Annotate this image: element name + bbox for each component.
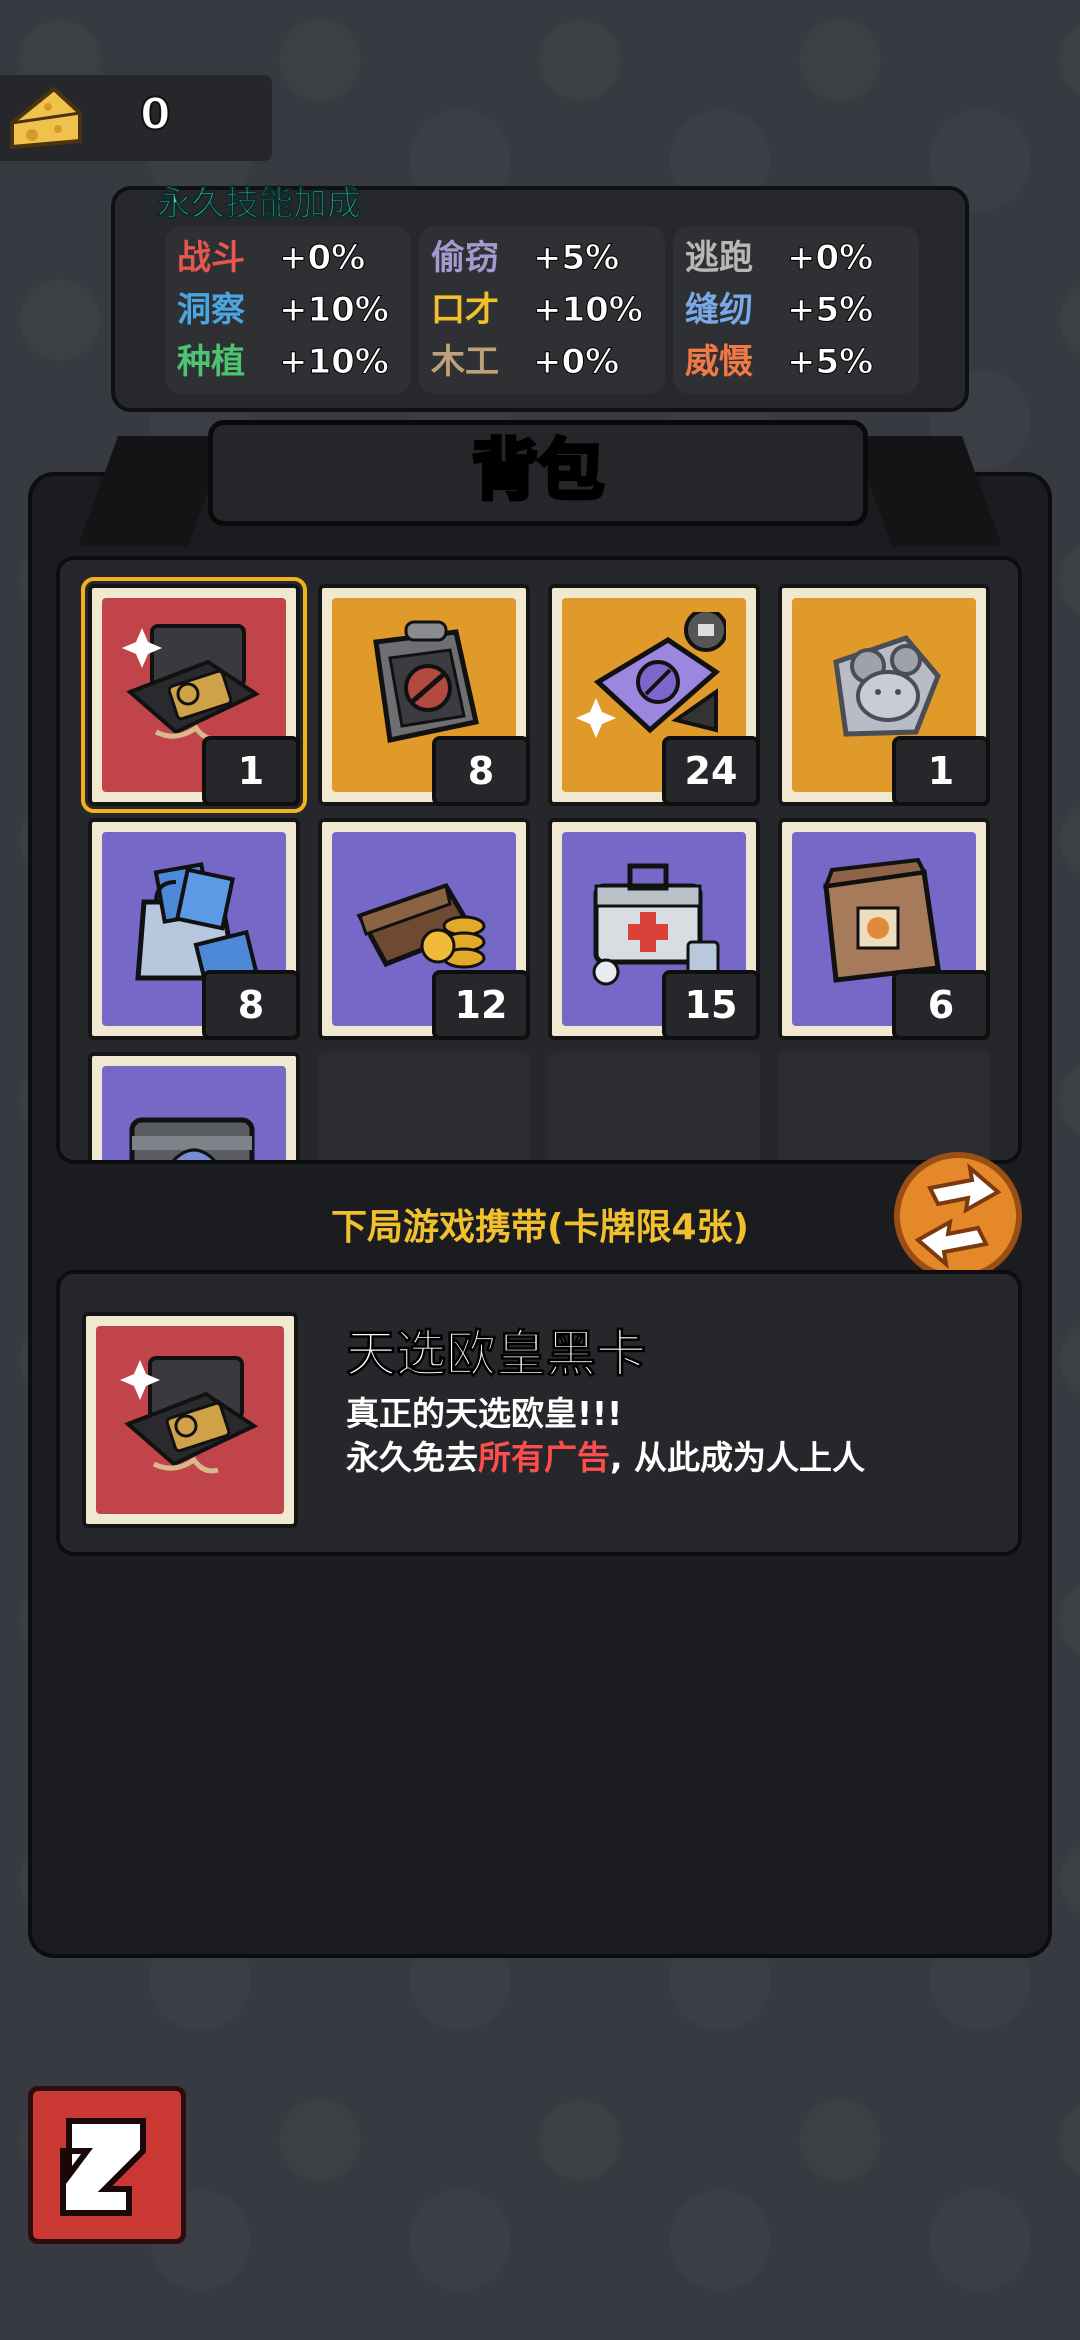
item-description-line2: 永久免去所有广告, 从此成为人上人	[346, 1436, 865, 1480]
inventory-slot-empty	[548, 1052, 760, 1160]
skill-value: +5%	[532, 238, 620, 279]
skill-bonus-title: 永久技能加成	[157, 184, 362, 225]
skill-name: 战斗	[177, 238, 245, 278]
skill-row-sewing: 缝纫 +5%	[685, 284, 925, 336]
skill-row-deterrence: 威慑 +5%	[685, 336, 925, 388]
skill-value: +5%	[786, 290, 874, 331]
skill-row-planting: 种植 +10%	[177, 336, 417, 388]
cheese-icon	[10, 86, 82, 150]
swap-arrows-icon	[914, 1162, 1002, 1270]
skill-column: 偷窃 +5% 口才 +10% 木工 +0%	[419, 226, 665, 394]
skill-name: 种植	[177, 342, 245, 382]
skill-name: 木工	[431, 342, 499, 382]
currency-value: 0	[139, 88, 172, 141]
inventory-slot-first-aid-kit[interactable]: 15	[548, 818, 760, 1040]
skill-row-combat: 战斗 +0%	[177, 232, 417, 284]
item-count: 1	[892, 736, 990, 806]
item-name: 天选欧皇黑卡	[346, 1325, 647, 1384]
skill-value: +0%	[278, 238, 366, 279]
inventory-slot-metal-box[interactable]	[88, 1052, 300, 1160]
skill-value: +0%	[786, 238, 874, 279]
inventory-slot-mouse-statue[interactable]: 1	[778, 584, 990, 806]
inventory-slot-black-card-box[interactable]: 1	[81, 577, 307, 813]
item-count: 12	[432, 970, 530, 1040]
item-count: 8	[202, 970, 300, 1040]
backpack-title: 背包	[208, 420, 868, 526]
description-highlight: 所有广告	[478, 1438, 610, 1477]
skill-value: +0%	[532, 342, 620, 383]
skill-row-eloquence: 口才 +10%	[431, 284, 671, 336]
skill-name: 偷窃	[431, 238, 499, 278]
skill-name: 威慑	[685, 342, 753, 382]
skill-name: 逃跑	[685, 238, 753, 278]
skill-value: +5%	[786, 342, 874, 383]
skill-value: +10%	[533, 290, 644, 331]
skill-value: +10%	[279, 290, 390, 331]
skill-row-insight: 洞察 +10%	[177, 284, 417, 336]
item-count: 1	[202, 736, 300, 806]
description-text: 永久免去	[346, 1438, 478, 1477]
back-button[interactable]	[28, 2086, 186, 2244]
skill-row-carpentry: 木工 +0%	[431, 336, 671, 388]
item-count: 15	[662, 970, 760, 1040]
detail-thumbnail	[82, 1312, 298, 1528]
skill-column: 战斗 +0% 洞察 +10% 种植 +10%	[165, 226, 411, 394]
inventory-slot-money-bag[interactable]: 8	[88, 818, 300, 1040]
skill-name: 洞察	[177, 290, 245, 330]
skill-bonus-panel: 永久技能加成 战斗 +0% 洞察 +10% 种植 +10% 偷窃 +5% 口才 +10% …	[111, 184, 969, 412]
skill-name: 口才	[431, 290, 499, 330]
item-description: 真正的天选欧皇!!! 永久免去所有广告, 从此成为人上人	[346, 1392, 865, 1480]
skill-row-escape: 逃跑 +0%	[685, 232, 925, 284]
item-count: 8	[432, 736, 530, 806]
inventory-slot-paper-bag[interactable]: 6	[778, 818, 990, 1040]
item-description-line1: 真正的天选欧皇!!!	[346, 1394, 623, 1433]
inventory-grid[interactable]: 1 8 24 1 8 12 15 6	[56, 556, 1022, 1164]
inventory-slot-wallet-coins[interactable]: 12	[318, 818, 530, 1040]
skill-row-stealing: 偷窃 +5%	[431, 232, 671, 284]
skill-column: 逃跑 +0% 缝纫 +5% 威慑 +5%	[673, 226, 919, 394]
inventory-slot-empty	[778, 1052, 990, 1160]
skill-name: 缝纫	[685, 290, 753, 330]
back-arrow-icon	[60, 2118, 146, 2216]
description-text: , 从此成为人上人	[610, 1438, 866, 1477]
skill-value: +10%	[279, 342, 390, 383]
swap-button[interactable]	[894, 1152, 1022, 1280]
item-count: 6	[892, 970, 990, 1040]
item-count: 24	[662, 736, 760, 806]
black-card-box-icon	[120, 1356, 259, 1474]
item-detail-panel: 天选欧皇黑卡 真正的天选欧皇!!! 永久免去所有广告, 从此成为人上人	[56, 1270, 1022, 1556]
inventory-slot-ad-free-box[interactable]: 8	[318, 584, 530, 806]
inventory-slot-purple-pack[interactable]: 24	[548, 584, 760, 806]
inventory-slot-empty	[318, 1052, 530, 1160]
currency-bar: 0	[0, 75, 272, 161]
metal-box-icon	[129, 1117, 255, 1160]
